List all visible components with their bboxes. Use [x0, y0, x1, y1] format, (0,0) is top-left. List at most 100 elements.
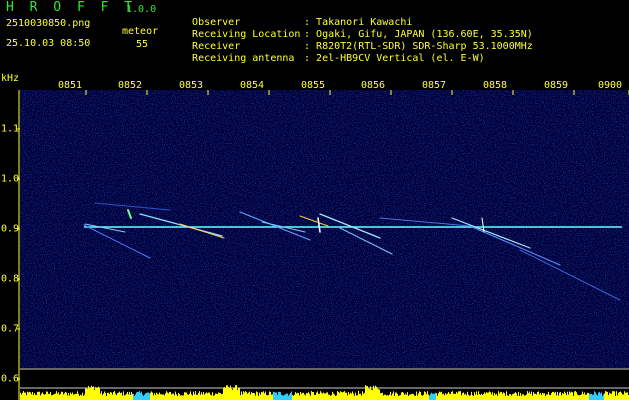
- level-bar: [121, 392, 122, 400]
- level-bar: [565, 392, 566, 400]
- level-bar: [518, 391, 519, 400]
- level-bar: [454, 394, 455, 400]
- level-bar: [149, 393, 150, 400]
- level-bar: [419, 391, 420, 400]
- level-bar: [532, 395, 533, 400]
- level-bar: [342, 392, 343, 400]
- level-bar: [457, 393, 458, 400]
- level-bar: [375, 385, 376, 400]
- level-bar: [118, 392, 119, 400]
- level-bar: [435, 392, 436, 400]
- level-bar: [536, 394, 537, 400]
- level-bar: [351, 393, 352, 400]
- level-bar: [204, 394, 205, 400]
- level-bar: [468, 394, 469, 400]
- level-bar: [177, 395, 178, 400]
- level-bar: [68, 393, 69, 400]
- level-bar: [455, 393, 456, 400]
- level-bar: [208, 392, 209, 400]
- level-bar: [192, 395, 193, 400]
- level-bar: [74, 394, 75, 400]
- level-bar: [402, 391, 403, 400]
- level-bar: [593, 394, 594, 400]
- level-bar: [398, 395, 399, 400]
- level-bar: [210, 394, 211, 400]
- level-bar: [267, 395, 268, 400]
- level-bar: [34, 393, 35, 400]
- level-bar: [414, 395, 415, 400]
- x-tick-label: 0859: [543, 80, 569, 91]
- level-bar: [589, 393, 590, 400]
- level-bar: [392, 393, 393, 400]
- level-bar: [36, 394, 37, 400]
- y-tick-label: 1.0: [1, 173, 20, 185]
- level-bar: [466, 395, 467, 400]
- level-bar: [286, 393, 287, 400]
- level-bar: [519, 395, 520, 400]
- level-bar: [564, 391, 565, 400]
- level-bar: [264, 393, 265, 400]
- level-bar: [38, 391, 39, 400]
- level-bar: [53, 394, 54, 400]
- level-bar: [579, 395, 580, 400]
- level-bar: [334, 394, 335, 400]
- level-bar: [233, 387, 234, 400]
- level-bar: [371, 389, 372, 400]
- level-bar: [486, 392, 487, 400]
- level-bar: [333, 393, 334, 400]
- level-bar: [453, 393, 454, 400]
- level-bar: [175, 391, 176, 400]
- level-bar: [152, 392, 153, 400]
- level-bar: [533, 392, 534, 400]
- level-bar: [476, 391, 477, 400]
- level-bar: [288, 395, 289, 400]
- level-bar: [384, 394, 385, 400]
- level-bar: [563, 393, 564, 400]
- level-bar: [206, 392, 207, 400]
- level-bar: [329, 394, 330, 400]
- level-bar: [496, 393, 497, 400]
- level-bar: [504, 393, 505, 400]
- level-bar: [407, 392, 408, 400]
- level-bar: [336, 395, 337, 400]
- level-bar: [462, 393, 463, 400]
- level-bar: [588, 393, 589, 400]
- level-bar: [180, 395, 181, 400]
- level-bar: [515, 392, 516, 400]
- level-bar: [148, 392, 149, 400]
- level-bar: [30, 392, 31, 400]
- level-bar: [426, 394, 427, 400]
- level-bar: [572, 392, 573, 400]
- level-bar: [101, 391, 102, 400]
- level-bar: [39, 391, 40, 400]
- level-bar: [277, 395, 278, 400]
- level-bar: [73, 394, 74, 400]
- level-bar: [363, 393, 364, 400]
- level-bar: [530, 393, 531, 400]
- level-bar: [84, 394, 85, 400]
- level-bar: [235, 385, 236, 400]
- level-bar: [361, 395, 362, 400]
- level-bar: [194, 394, 195, 400]
- level-bar: [42, 392, 43, 400]
- level-bar: [491, 394, 492, 400]
- level-bar: [373, 385, 374, 400]
- level-bar: [294, 394, 295, 400]
- level-bar: [135, 394, 136, 400]
- level-bar: [382, 392, 383, 400]
- level-bar: [185, 392, 186, 400]
- level-bar: [556, 395, 557, 400]
- level-bar: [205, 393, 206, 400]
- level-bar: [266, 394, 267, 400]
- level-bar: [314, 394, 315, 400]
- level-bar: [534, 393, 535, 400]
- level-bar: [393, 391, 394, 400]
- level-bar: [87, 388, 88, 400]
- level-bar: [561, 395, 562, 400]
- level-bar: [346, 392, 347, 400]
- level-bar: [332, 391, 333, 400]
- level-bar: [538, 391, 539, 400]
- level-bar: [594, 391, 595, 400]
- level-bar: [76, 393, 77, 400]
- level-bar: [171, 394, 172, 400]
